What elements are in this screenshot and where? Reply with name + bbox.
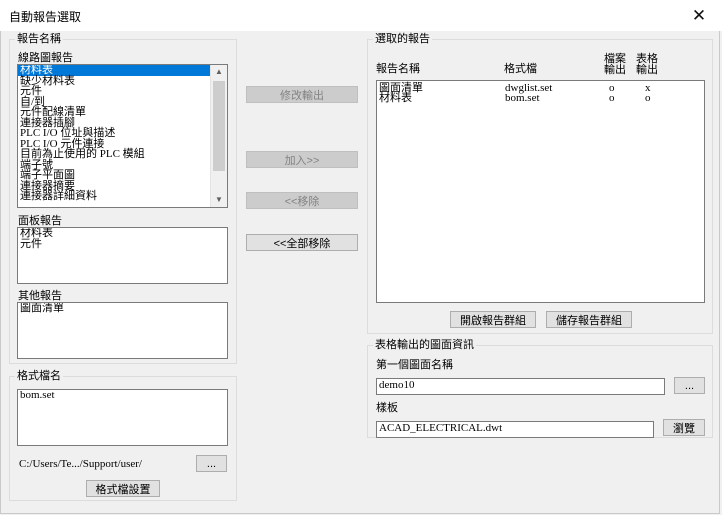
list-item[interactable]: 目前為止使用的 PLC 模組: [18, 149, 227, 160]
list-item[interactable]: 連接器詳細資料: [18, 191, 227, 202]
selected-reports-label: 選取的報告: [373, 33, 432, 45]
list-item[interactable]: PLC I/O 位址與描述: [18, 128, 227, 139]
modify-output-button[interactable]: 修改輸出: [246, 86, 358, 103]
panel-reports-label: 面板報告: [18, 215, 62, 227]
list-item[interactable]: 元件配線清單: [18, 107, 227, 118]
format-setup-button[interactable]: 格式檔設置: [86, 480, 160, 497]
add-button[interactable]: 加入>>: [246, 151, 358, 168]
list-item[interactable]: 元件: [18, 238, 227, 250]
table-drawing-info-label: 表格輸出的圖面資訊: [373, 339, 476, 351]
panel-reports-list[interactable]: 材料表 元件: [17, 227, 228, 284]
window-title: 自動報告選取: [9, 10, 82, 24]
other-reports-label: 其他報告: [18, 290, 62, 302]
remove-button[interactable]: <<移除: [246, 192, 358, 209]
list-item[interactable]: 缺少材料表: [18, 75, 227, 87]
file-output-cell: o: [609, 92, 615, 104]
format-files-rows: bom.set: [18, 390, 227, 401]
list-item[interactable]: 元件: [18, 86, 227, 97]
first-drawing-name-label: 第一個圖面名稱: [376, 359, 453, 371]
list-item[interactable]: 圖面清單: [18, 303, 227, 314]
table-row[interactable]: 材料表 bom.set o o: [377, 92, 704, 104]
header-table-output-2: 輸出: [636, 64, 658, 76]
schematic-reports-rows: 材料表 缺少材料表 元件 自/到 元件配線清單 連接器插腳 PLC I/O 位址與描述 PLC…: [18, 65, 227, 202]
first-drawing-browse-button[interactable]: ...: [674, 377, 705, 394]
header-report-name: 報告名稱: [376, 63, 420, 75]
list-item[interactable]: bom.set: [18, 390, 227, 401]
first-drawing-name-input[interactable]: demo10: [376, 378, 665, 395]
title-bar: 自動報告選取 ✕: [0, 0, 722, 31]
list-item[interactable]: 材料表: [18, 65, 227, 76]
other-reports-rows: 圖面清單: [18, 303, 227, 314]
format-file-cell: bom.set: [505, 92, 540, 104]
format-files-list[interactable]: bom.set: [17, 389, 228, 446]
schematic-reports-label: 線路圖報告: [18, 52, 73, 64]
open-report-group-button[interactable]: 開啟報告群組: [450, 311, 536, 328]
scroll-down-icon[interactable]: ▼: [211, 193, 227, 207]
close-icon[interactable]: ✕: [676, 0, 722, 31]
remove-all-button[interactable]: <<全部移除: [246, 234, 358, 251]
template-label: 樣板: [376, 402, 398, 414]
scroll-thumb[interactable]: [213, 81, 225, 171]
save-report-group-button[interactable]: 儲存報告群組: [546, 311, 632, 328]
header-file-output-2: 輸出: [604, 64, 626, 76]
table-output-cell: o: [645, 92, 651, 104]
format-name-label: 格式檔名: [15, 370, 63, 382]
panel-reports-rows: 材料表 元件: [18, 228, 227, 249]
list-item[interactable]: 材料表: [18, 228, 227, 239]
format-browse-button[interactable]: ...: [196, 455, 227, 472]
format-path: C:/Users/Te.../Support/user/: [19, 458, 142, 470]
schematic-scrollbar[interactable]: ▲ ▼: [210, 65, 227, 207]
report-names-label: 報告名稱: [15, 33, 63, 45]
header-format-file: 格式檔: [504, 63, 537, 75]
template-input[interactable]: ACAD_ELECTRICAL.dwt: [376, 421, 654, 438]
template-browse-button[interactable]: 瀏覽: [663, 419, 705, 436]
report-name-cell: 材料表: [379, 92, 412, 104]
scroll-up-icon[interactable]: ▲: [211, 65, 227, 79]
selected-reports-list[interactable]: 圖面清單 dwglist.set o x 材料表 bom.set o o: [376, 80, 705, 303]
schematic-reports-list[interactable]: 材料表 缺少材料表 元件 自/到 元件配線清單 連接器插腳 PLC I/O 位址與描述 PLC…: [17, 64, 228, 208]
list-item[interactable]: 端子平面圖: [18, 170, 227, 181]
other-reports-list[interactable]: 圖面清單: [17, 302, 228, 359]
table-row[interactable]: 圖面清單 dwglist.set o x: [377, 83, 704, 94]
